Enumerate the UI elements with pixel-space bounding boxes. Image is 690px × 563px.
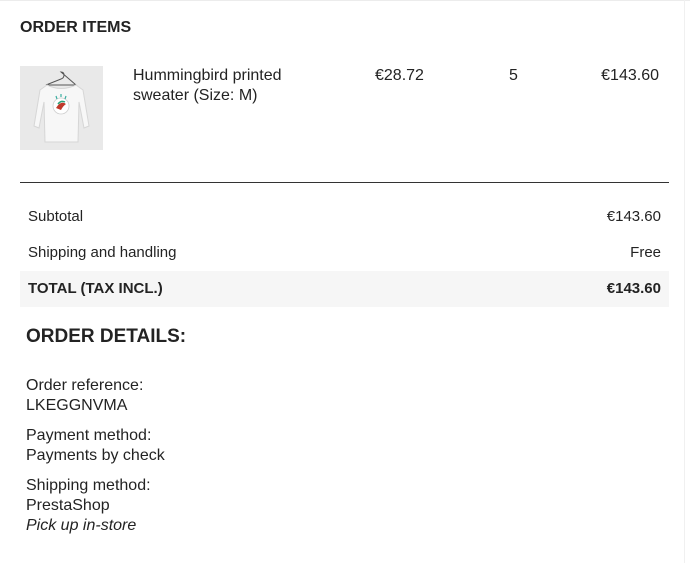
order-details-title: ORDER DETAILS: <box>26 326 187 347</box>
subtotal-row: Subtotal €143.60 <box>20 199 669 235</box>
order-reference-value: LKEGGNVMA <box>26 397 128 414</box>
item-quantity: 5 <box>509 67 518 84</box>
items-divider <box>20 182 669 183</box>
payment-method-value: Payments by check <box>26 447 165 464</box>
totals-table: Subtotal €143.60 Shipping and handling F… <box>20 199 669 307</box>
shipping-detail: Pick up in-store <box>26 517 137 534</box>
order-item-row: Hummingbird printed sweater (Size: M) €2… <box>20 66 670 150</box>
order-reference-label: Order reference: <box>26 377 144 394</box>
right-border <box>684 0 685 563</box>
total-value: €143.60 <box>606 280 661 297</box>
subtotal-label: Subtotal <box>28 208 84 225</box>
payment-method-label: Payment method: <box>26 427 152 444</box>
shipping-label: Shipping and handling <box>28 244 177 261</box>
order-items-title: ORDER ITEMS <box>20 19 132 36</box>
order-details: Order reference: LKEGGNVMA Payment metho… <box>26 376 165 546</box>
top-border <box>0 0 690 1</box>
payment-method: Payment method: Payments by check <box>26 426 165 466</box>
shipping-value: Free <box>630 244 661 261</box>
item-unit-price: €28.72 <box>375 67 424 84</box>
shipping-method-label: Shipping method: <box>26 477 151 494</box>
sweater-product-image[interactable] <box>20 66 103 150</box>
shipping-method: Shipping method: PrestaShop Pick up in-s… <box>26 476 165 536</box>
subtotal-value: €143.60 <box>606 208 661 225</box>
total-row: TOTAL (TAX INCL.) €143.60 <box>20 271 669 307</box>
item-total: €143.60 <box>601 67 659 84</box>
total-label: TOTAL (TAX INCL.) <box>28 280 163 297</box>
shipping-carrier: PrestaShop <box>26 497 110 514</box>
sweater-icon <box>20 66 103 150</box>
shipping-row: Shipping and handling Free <box>20 235 669 271</box>
order-reference: Order reference: LKEGGNVMA <box>26 376 165 416</box>
item-name: Hummingbird printed sweater (Size: M) <box>133 67 282 104</box>
